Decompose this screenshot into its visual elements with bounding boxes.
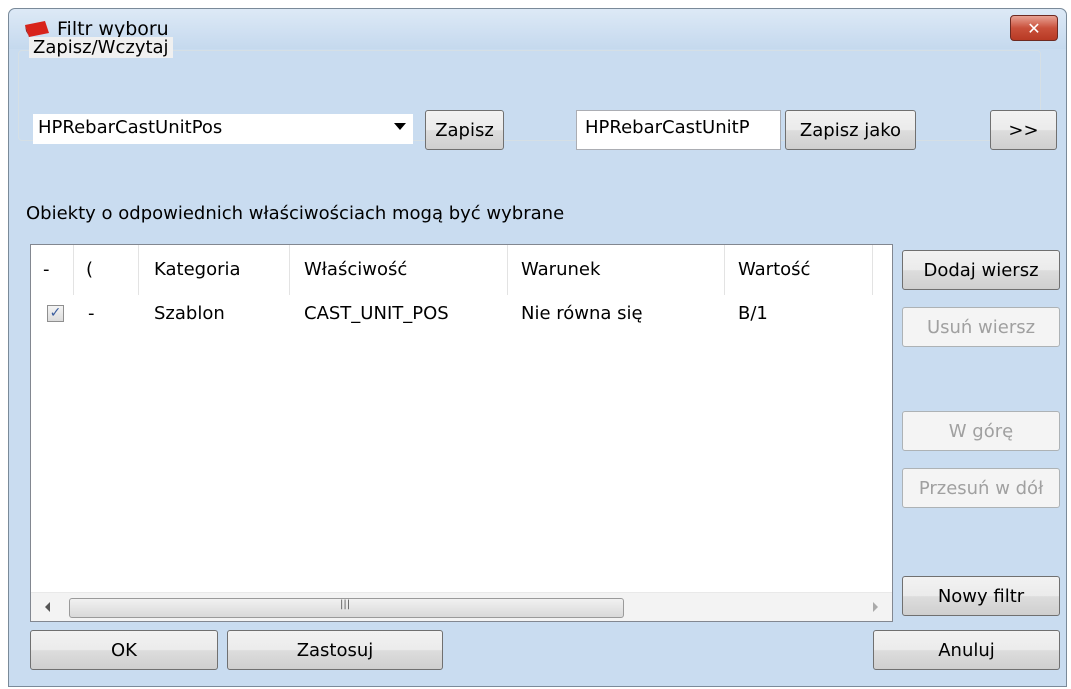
filter-name-input[interactable]: HPRebarCastUnitP <box>576 110 781 150</box>
column-divider <box>138 245 139 295</box>
column-divider <box>724 245 725 295</box>
apply-button[interactable]: Zastosuj <box>227 630 443 670</box>
grip-icon: ||| <box>340 599 351 610</box>
column-divider <box>872 245 873 295</box>
info-text: Obiekty o odpowiednich właściwościach mo… <box>26 203 565 224</box>
paren-cell: - <box>88 303 95 324</box>
save-button[interactable]: Zapisz <box>425 110 504 150</box>
column-divider <box>73 245 74 295</box>
scroll-thumb[interactable]: ||| <box>69 598 624 618</box>
value-cell: B/1 <box>738 303 768 324</box>
ok-button[interactable]: OK <box>30 630 218 670</box>
column-divider <box>507 245 508 295</box>
column-header[interactable]: Właściwość <box>304 259 407 280</box>
cancel-button[interactable]: Anuluj <box>873 630 1060 670</box>
close-button[interactable]: ✕ <box>1010 15 1058 41</box>
chevron-down-icon[interactable] <box>394 123 406 130</box>
column-header[interactable]: ( <box>86 259 93 280</box>
save-as-button[interactable]: Zapisz jako <box>785 110 916 150</box>
filter-combo[interactable]: HPRebarCastUnitPos <box>33 114 413 144</box>
group-title: Zapisz/Wczytaj <box>29 37 173 58</box>
category-cell: Szablon <box>154 303 225 324</box>
table-header: - ( Kategoria Właściwość Warunek Wartość <box>31 245 892 295</box>
property-cell: CAST_UNIT_POS <box>304 303 449 324</box>
table-row[interactable]: ✓ - Szablon CAST_UNIT_POS Nie równa się … <box>31 295 892 335</box>
horizontal-scrollbar[interactable]: ||| <box>31 592 892 621</box>
add-row-button[interactable]: Dodaj wiersz <box>902 250 1060 290</box>
column-header[interactable]: - <box>43 259 50 280</box>
scroll-left-icon[interactable] <box>45 602 50 612</box>
row-checkbox[interactable]: ✓ <box>47 305 64 322</box>
condition-cell: Nie równa się <box>521 303 643 324</box>
remove-row-button[interactable]: Usuń wiersz <box>902 307 1060 347</box>
new-filter-button[interactable]: Nowy filtr <box>902 576 1060 616</box>
column-header[interactable]: Wartość <box>738 259 810 280</box>
combo-value: HPRebarCastUnitPos <box>38 117 223 138</box>
filter-table: - ( Kategoria Właściwość Warunek Wartość… <box>30 244 893 622</box>
scroll-right-icon[interactable] <box>873 602 878 612</box>
column-divider <box>289 245 290 295</box>
move-up-button[interactable]: W górę <box>902 411 1060 451</box>
column-header[interactable]: Kategoria <box>154 259 241 280</box>
move-down-button[interactable]: Przesuń w dół <box>902 468 1060 508</box>
more-button[interactable]: >> <box>990 110 1057 150</box>
column-header[interactable]: Warunek <box>521 259 600 280</box>
